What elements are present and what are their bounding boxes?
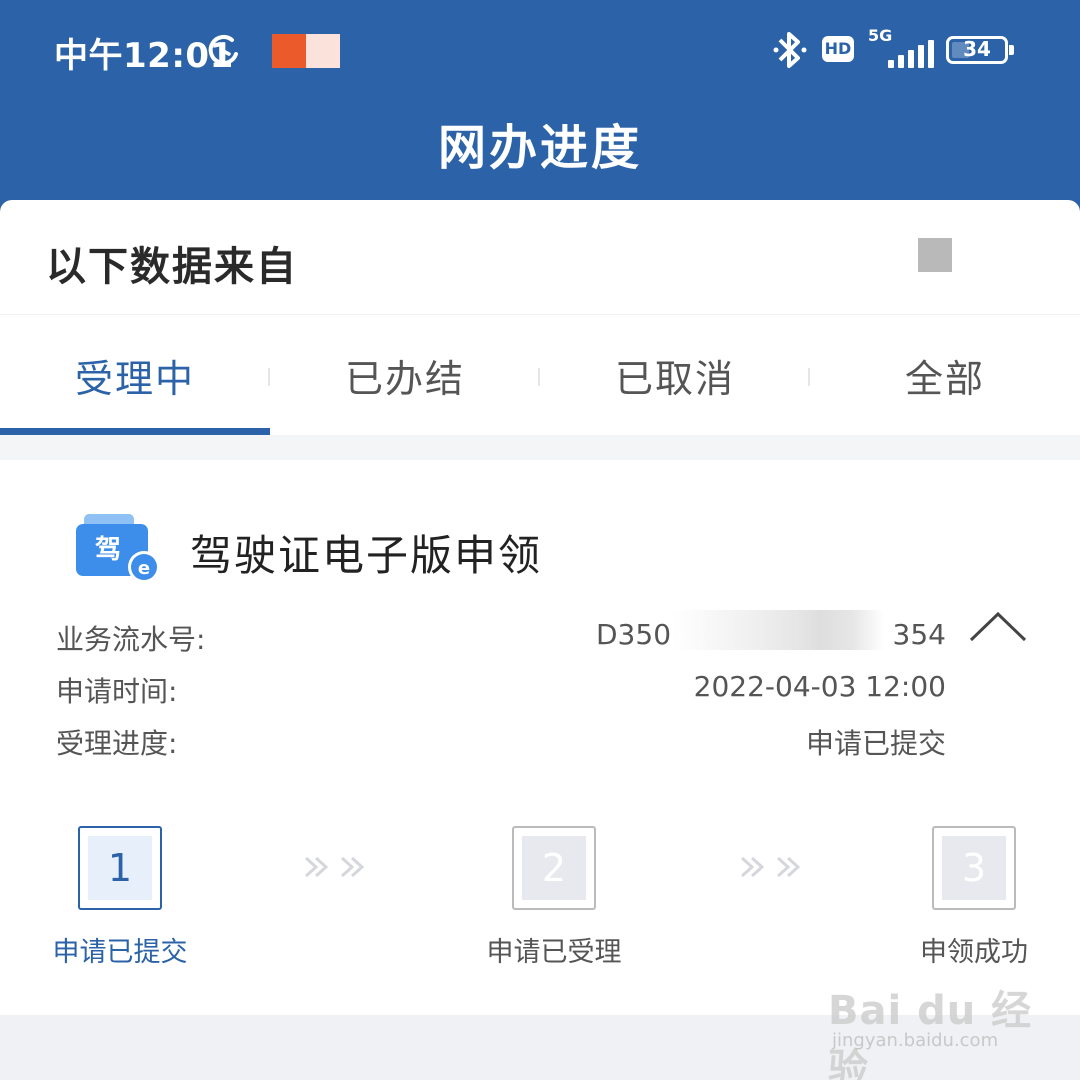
status-bar: 中午12:01 HD 5G 34 <box>0 22 1080 78</box>
svg-text:e: e <box>138 558 150 579</box>
alarm-clock-icon <box>208 34 238 65</box>
notification-app-icon <box>272 34 340 68</box>
step-number: 3 <box>942 836 1006 900</box>
tab-label: 受理中 <box>74 357 195 401</box>
serial-number-suffix: 354 <box>892 618 946 651</box>
chevron-up-icon[interactable] <box>968 610 1028 644</box>
tab-label: 全部 <box>904 357 985 401</box>
step-2-box: 2 <box>512 826 596 910</box>
apply-time-label: 申请时间: <box>56 675 178 708</box>
tab-label: 已办结 <box>344 357 465 401</box>
data-source-logo-icon <box>918 238 952 272</box>
apply-time-value: 2022-04-03 12:00 <box>693 670 946 703</box>
tab-label: 已取消 <box>614 357 735 401</box>
tab-completed[interactable]: 已办结 <box>270 316 540 435</box>
step-number: 2 <box>522 836 586 900</box>
progress-status-label: 受理进度: <box>56 727 178 760</box>
double-chevron-right-icon <box>740 856 801 878</box>
watermark-url: jingyan.baidu.com <box>832 1030 999 1051</box>
step-number: 1 <box>88 836 152 900</box>
tab-in-progress[interactable]: 受理中 <box>0 316 270 435</box>
data-source-label: 以下数据来自 <box>46 244 298 290</box>
step-1-label: 申请已提交 <box>52 937 188 968</box>
step-2-label: 申请已受理 <box>486 937 622 968</box>
driver-license-icon-char: 驾 <box>95 535 121 565</box>
redacted-area <box>672 610 884 650</box>
application-card[interactable]: 驾 e 驾驶证电子版申领 业务流水号: D350C 354 申请时间: 2022… <box>0 460 1080 1015</box>
progress-card: 以下数据来自 受理中 已办结 已取消 全部 <box>0 200 1080 435</box>
baidu-jingyan-watermark: Bai du 经验 jingyan.baidu.com <box>828 968 1048 1080</box>
signal-strength-icon: 5G <box>866 26 936 74</box>
apply-time-row: 申请时间: 2022-04-03 12:00 <box>56 670 946 710</box>
page-title: 网办进度 <box>437 120 642 176</box>
hd-voice-badge: HD <box>822 36 854 62</box>
data-source-row: 以下数据来自 <box>0 200 1080 315</box>
progress-status-value: 申请已提交 <box>805 727 946 760</box>
battery-icon: 34 <box>946 36 1014 64</box>
tab-cancelled[interactable]: 已取消 <box>540 316 810 435</box>
status-tabs: 受理中 已办结 已取消 全部 <box>0 316 1080 435</box>
battery-level: 34 <box>963 37 991 61</box>
driver-license-icon: 驾 e <box>76 514 160 583</box>
tab-all[interactable]: 全部 <box>810 316 1080 435</box>
app-header: 中午12:01 HD 5G 34 网办进度 <box>0 0 1080 230</box>
step-3-label: 申领成功 <box>920 937 1028 968</box>
double-chevron-right-icon <box>304 856 365 878</box>
step-3-box: 3 <box>932 826 1016 910</box>
progress-status-row: 受理进度: 申请已提交 <box>56 722 946 762</box>
service-title: 驾驶证电子版申领 <box>190 531 543 580</box>
watermark-main: Bai du 经验 <box>828 988 1033 1080</box>
serial-number-label: 业务流水号: <box>56 623 206 656</box>
step-1-box: 1 <box>78 826 162 910</box>
bluetooth-icon <box>773 32 807 68</box>
